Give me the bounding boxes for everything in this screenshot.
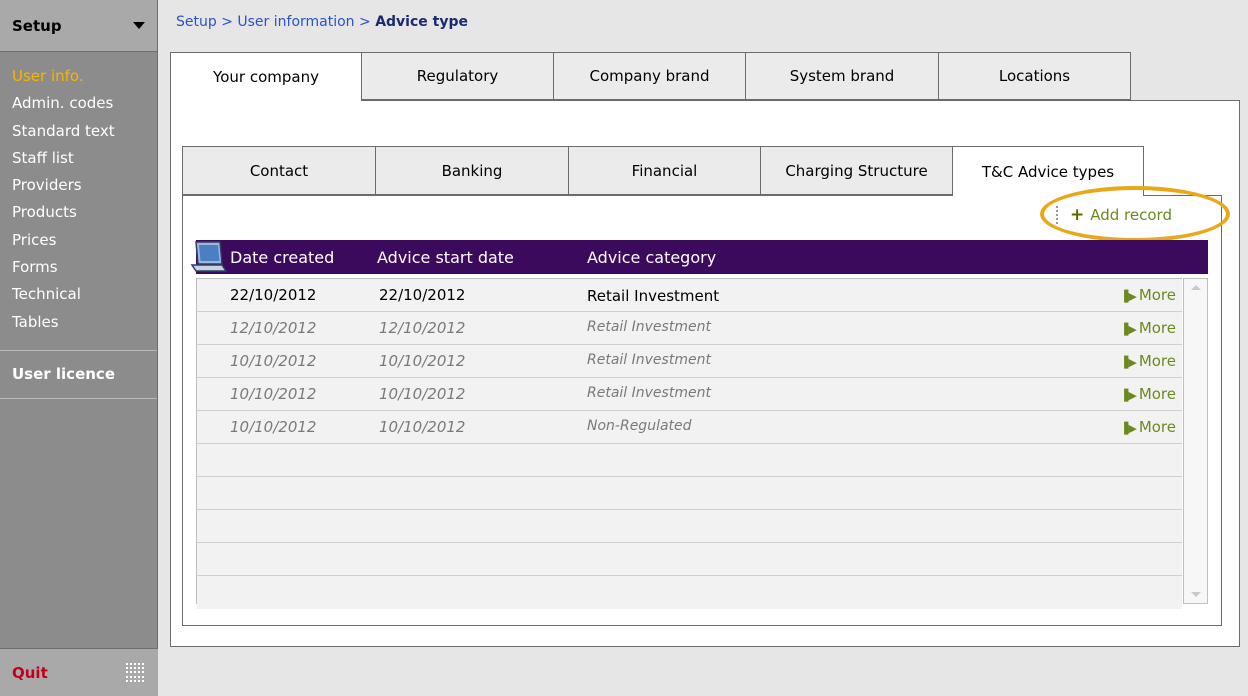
more-link[interactable]: ▐▶ More: [1120, 352, 1176, 370]
sidebar-item-forms[interactable]: Forms: [0, 254, 157, 281]
sidebar-header[interactable]: Setup: [0, 0, 157, 52]
play-icon: ▐▶: [1119, 422, 1137, 435]
resize-grip-icon[interactable]: [126, 662, 146, 683]
sidebar-item-user-info[interactable]: User info.: [0, 63, 157, 90]
tab-your-company[interactable]: Your company: [170, 52, 362, 101]
records-table: 22/10/2012 22/10/2012 Retail Investment …: [196, 278, 1182, 609]
breadcrumb-setup[interactable]: Setup: [176, 14, 217, 30]
column-header-advice-start-date[interactable]: Advice start date: [377, 248, 514, 267]
table-row[interactable]: 12/10/2012 12/10/2012 Retail Investment …: [197, 312, 1182, 345]
play-icon: ▐▶: [1119, 389, 1137, 402]
sidebar-item-user-licence[interactable]: User licence: [0, 351, 157, 399]
breadcrumb-user-information[interactable]: User information: [237, 14, 354, 30]
tab-banking[interactable]: Banking: [376, 146, 569, 195]
empty-row: [197, 576, 1182, 609]
more-link[interactable]: ▐▶ More: [1120, 319, 1176, 337]
cell-advice-category: Non-Regulated: [587, 418, 692, 434]
cell-date-created: 12/10/2012: [230, 319, 317, 337]
add-record-button[interactable]: + Add record: [1056, 205, 1172, 225]
top-tabs: Your company Regulatory Company brand Sy…: [170, 52, 1131, 101]
empty-row: [197, 477, 1182, 510]
sidebar-footer: Quit: [0, 648, 158, 696]
sidebar-item-staff-list[interactable]: Staff list: [0, 145, 157, 172]
tab-financial[interactable]: Financial: [569, 146, 761, 195]
tab-system-brand[interactable]: System brand: [746, 52, 939, 100]
sidebar-item-providers[interactable]: Providers: [0, 172, 157, 199]
sidebar-item-prices[interactable]: Prices: [0, 227, 157, 254]
cell-date-created: 10/10/2012: [230, 418, 317, 436]
breadcrumb-current: Advice type: [375, 14, 468, 30]
play-icon: ▐▶: [1119, 290, 1137, 303]
cell-advice-start-date: 10/10/2012: [379, 352, 466, 370]
column-header-date-created[interactable]: Date created: [230, 248, 334, 267]
scroll-up-icon[interactable]: [1191, 285, 1201, 290]
column-header-advice-category[interactable]: Advice category: [587, 248, 716, 267]
quit-button[interactable]: Quit: [12, 664, 48, 682]
cell-date-created: 22/10/2012: [230, 286, 317, 304]
empty-row: [197, 444, 1182, 477]
plus-icon: +: [1070, 205, 1085, 225]
more-link[interactable]: ▐▶ More: [1120, 286, 1176, 304]
sub-tabs: Contact Banking Financial Charging Struc…: [182, 146, 1144, 196]
table-row[interactable]: 22/10/2012 22/10/2012 Retail Investment …: [197, 279, 1182, 312]
play-icon: ▐▶: [1119, 323, 1137, 336]
cell-advice-start-date: 12/10/2012: [379, 319, 466, 337]
breadcrumb: Setup > User information > Advice type: [176, 14, 468, 30]
sidebar-title: Setup: [12, 16, 62, 35]
tab-locations[interactable]: Locations: [939, 52, 1131, 100]
sidebar-item-admin-codes[interactable]: Admin. codes: [0, 90, 157, 117]
cell-advice-start-date: 10/10/2012: [379, 418, 466, 436]
sidebar-item-technical[interactable]: Technical: [0, 281, 157, 308]
cell-advice-category: Retail Investment: [587, 352, 711, 368]
vertical-scrollbar[interactable]: [1183, 278, 1208, 604]
more-link[interactable]: ▐▶ More: [1120, 418, 1176, 436]
table-header: Date created Advice start date Advice ca…: [196, 240, 1208, 274]
breadcrumb-separator: >: [221, 14, 233, 30]
tab-charging-structure[interactable]: Charging Structure: [761, 146, 953, 195]
tab-company-brand[interactable]: Company brand: [554, 52, 746, 100]
dropdown-arrow-icon[interactable]: [133, 22, 145, 29]
cell-advice-category: Retail Investment: [587, 319, 711, 335]
add-record-label: Add record: [1090, 206, 1172, 224]
cell-date-created: 10/10/2012: [230, 352, 317, 370]
table-row[interactable]: 10/10/2012 10/10/2012 Non-Regulated ▐▶ Mo…: [197, 411, 1182, 444]
separator-dots: [1056, 206, 1058, 224]
tab-regulatory[interactable]: Regulatory: [362, 52, 554, 100]
empty-row: [197, 543, 1182, 576]
table-row[interactable]: 10/10/2012 10/10/2012 Retail Investment …: [197, 345, 1182, 378]
cell-advice-start-date: 22/10/2012: [379, 286, 466, 304]
sidebar-menu: User info. Admin. codes Standard text St…: [0, 52, 157, 336]
more-link[interactable]: ▐▶ More: [1120, 385, 1176, 403]
sidebar: Setup User info. Admin. codes Standard t…: [0, 0, 158, 696]
cell-advice-category: Retail Investment: [587, 287, 720, 305]
cell-advice-start-date: 10/10/2012: [379, 385, 466, 403]
sidebar-item-tables[interactable]: Tables: [0, 309, 157, 336]
laptop-icon: [190, 241, 228, 272]
cell-advice-category: Retail Investment: [587, 385, 711, 401]
scroll-down-icon[interactable]: [1191, 592, 1201, 597]
tab-contact[interactable]: Contact: [182, 146, 376, 195]
empty-row: [197, 510, 1182, 543]
cell-date-created: 10/10/2012: [230, 385, 317, 403]
table-row[interactable]: 10/10/2012 10/10/2012 Retail Investment …: [197, 378, 1182, 411]
sidebar-item-standard-text[interactable]: Standard text: [0, 118, 157, 145]
play-icon: ▐▶: [1119, 356, 1137, 369]
breadcrumb-separator: >: [359, 14, 371, 30]
sidebar-item-products[interactable]: Products: [0, 199, 157, 226]
